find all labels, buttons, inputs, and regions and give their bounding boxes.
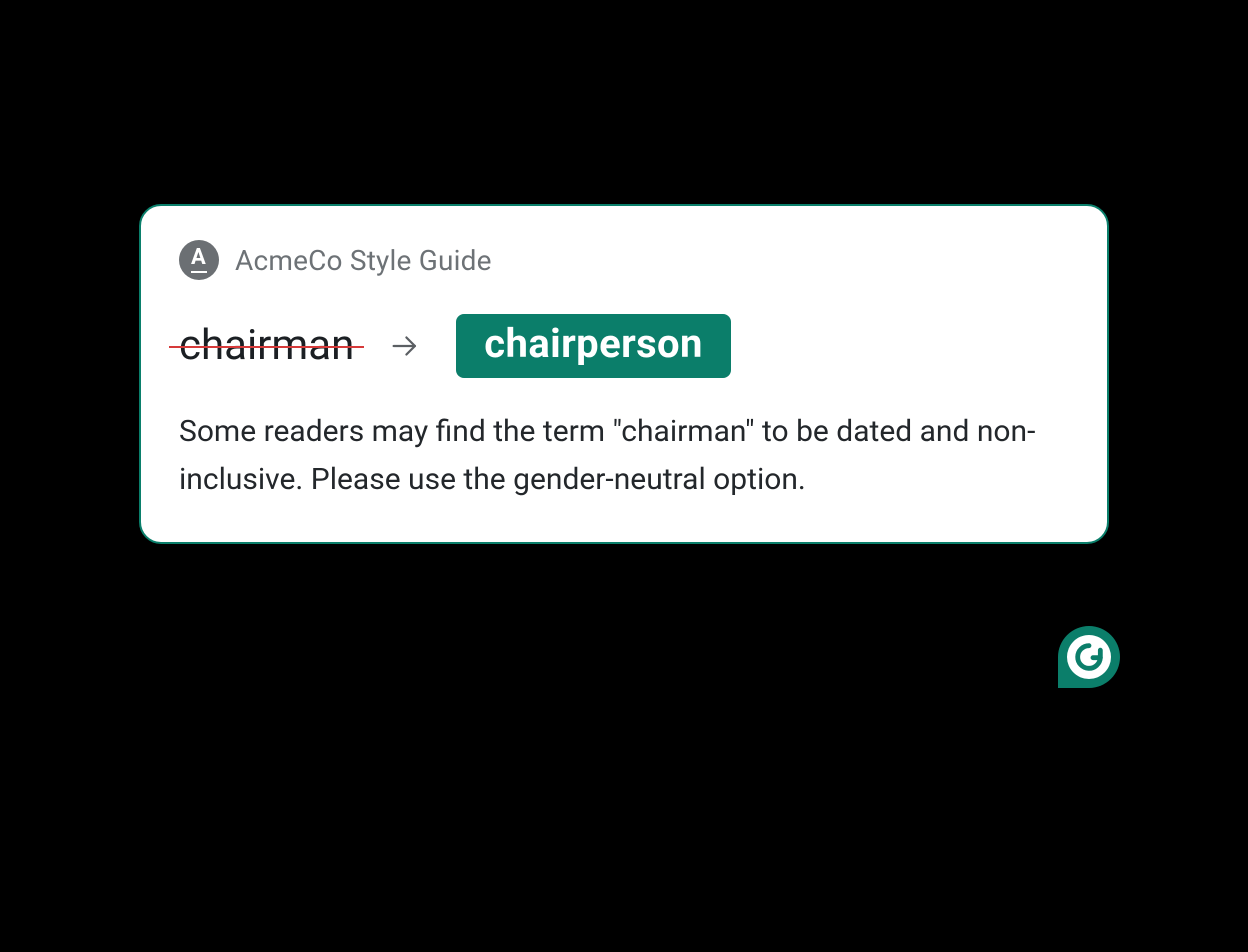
original-term: chairman bbox=[179, 325, 354, 367]
brand-letter-underline bbox=[191, 271, 207, 273]
grammarly-badge[interactable] bbox=[1058, 626, 1120, 688]
explanation-text: Some readers may find the term "chairman… bbox=[179, 408, 1069, 504]
strikethrough-line bbox=[169, 346, 364, 348]
arrow-right-icon bbox=[388, 329, 422, 363]
style-suggestion-card: A AcmeCo Style Guide chairman chairperso… bbox=[139, 204, 1109, 544]
suggested-term-chip[interactable]: chairperson bbox=[456, 314, 731, 378]
grammarly-icon bbox=[1067, 635, 1111, 679]
style-guide-title: AcmeCo Style Guide bbox=[235, 244, 492, 277]
card-header: A AcmeCo Style Guide bbox=[179, 240, 1069, 280]
brand-badge: A bbox=[179, 240, 219, 280]
brand-letter: A bbox=[191, 245, 206, 270]
brand-letter-wrap: A bbox=[191, 247, 207, 273]
replacement-row: chairman chairperson bbox=[179, 314, 1069, 378]
canvas: A AcmeCo Style Guide chairman chairperso… bbox=[0, 0, 1248, 952]
